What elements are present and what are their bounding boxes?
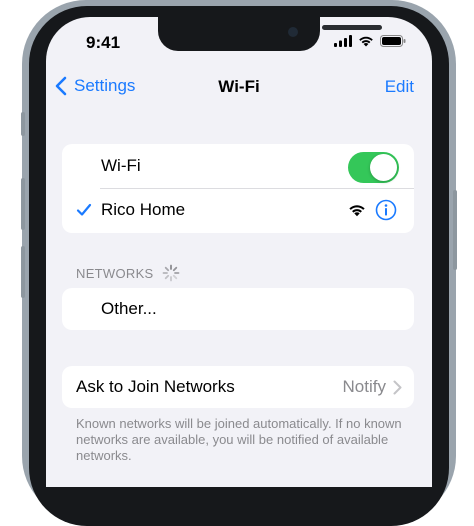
cellular-signal-icon: [334, 35, 352, 47]
mute-switch: [21, 112, 25, 136]
networks-header-label: NETWORKS: [76, 265, 154, 281]
status-time: 9:41: [86, 33, 121, 52]
ask-to-join-value: Notify: [342, 377, 386, 396]
other-network-row[interactable]: Other...: [62, 288, 414, 330]
checkmark-icon: [76, 203, 92, 216]
notch: [158, 17, 382, 51]
speaker-grille: [322, 25, 382, 30]
wifi-toggle-label: Wi-Fi: [101, 156, 141, 175]
network-name: Rico Home: [101, 200, 186, 219]
volume-up-button: [21, 178, 25, 230]
ask-to-join-footer: Known networks will be joined automatica…: [76, 416, 402, 463]
wifi-settings-group: Wi-Fi Rico Home: [62, 144, 414, 233]
ask-to-join-row[interactable]: Ask to Join Networks Notify: [62, 366, 414, 408]
chevron-right-icon: [393, 380, 402, 395]
wifi-icon: [349, 205, 365, 217]
status-icons: [334, 35, 406, 47]
edit-button[interactable]: Edit: [385, 77, 414, 97]
other-network-label: Other...: [101, 299, 157, 318]
front-camera: [288, 27, 298, 37]
battery-icon: [380, 35, 406, 47]
spinner-icon: [162, 264, 179, 282]
ask-to-join-label: Ask to Join Networks: [76, 377, 235, 396]
wifi-status-icon: [359, 36, 373, 47]
wifi-toggle[interactable]: [348, 152, 399, 183]
info-icon[interactable]: [375, 199, 397, 221]
toggle-knob: [370, 154, 397, 181]
networks-section-header: NETWORKS: [76, 264, 180, 282]
volume-down-button: [21, 246, 25, 298]
phone-screen: 9:41 Settings Wi-Fi Edit Wi-Fi Rico Home…: [46, 17, 432, 487]
connected-network-row[interactable]: Rico Home: [62, 189, 414, 233]
page-title: Wi-Fi: [218, 77, 260, 96]
side-button: [453, 190, 457, 270]
